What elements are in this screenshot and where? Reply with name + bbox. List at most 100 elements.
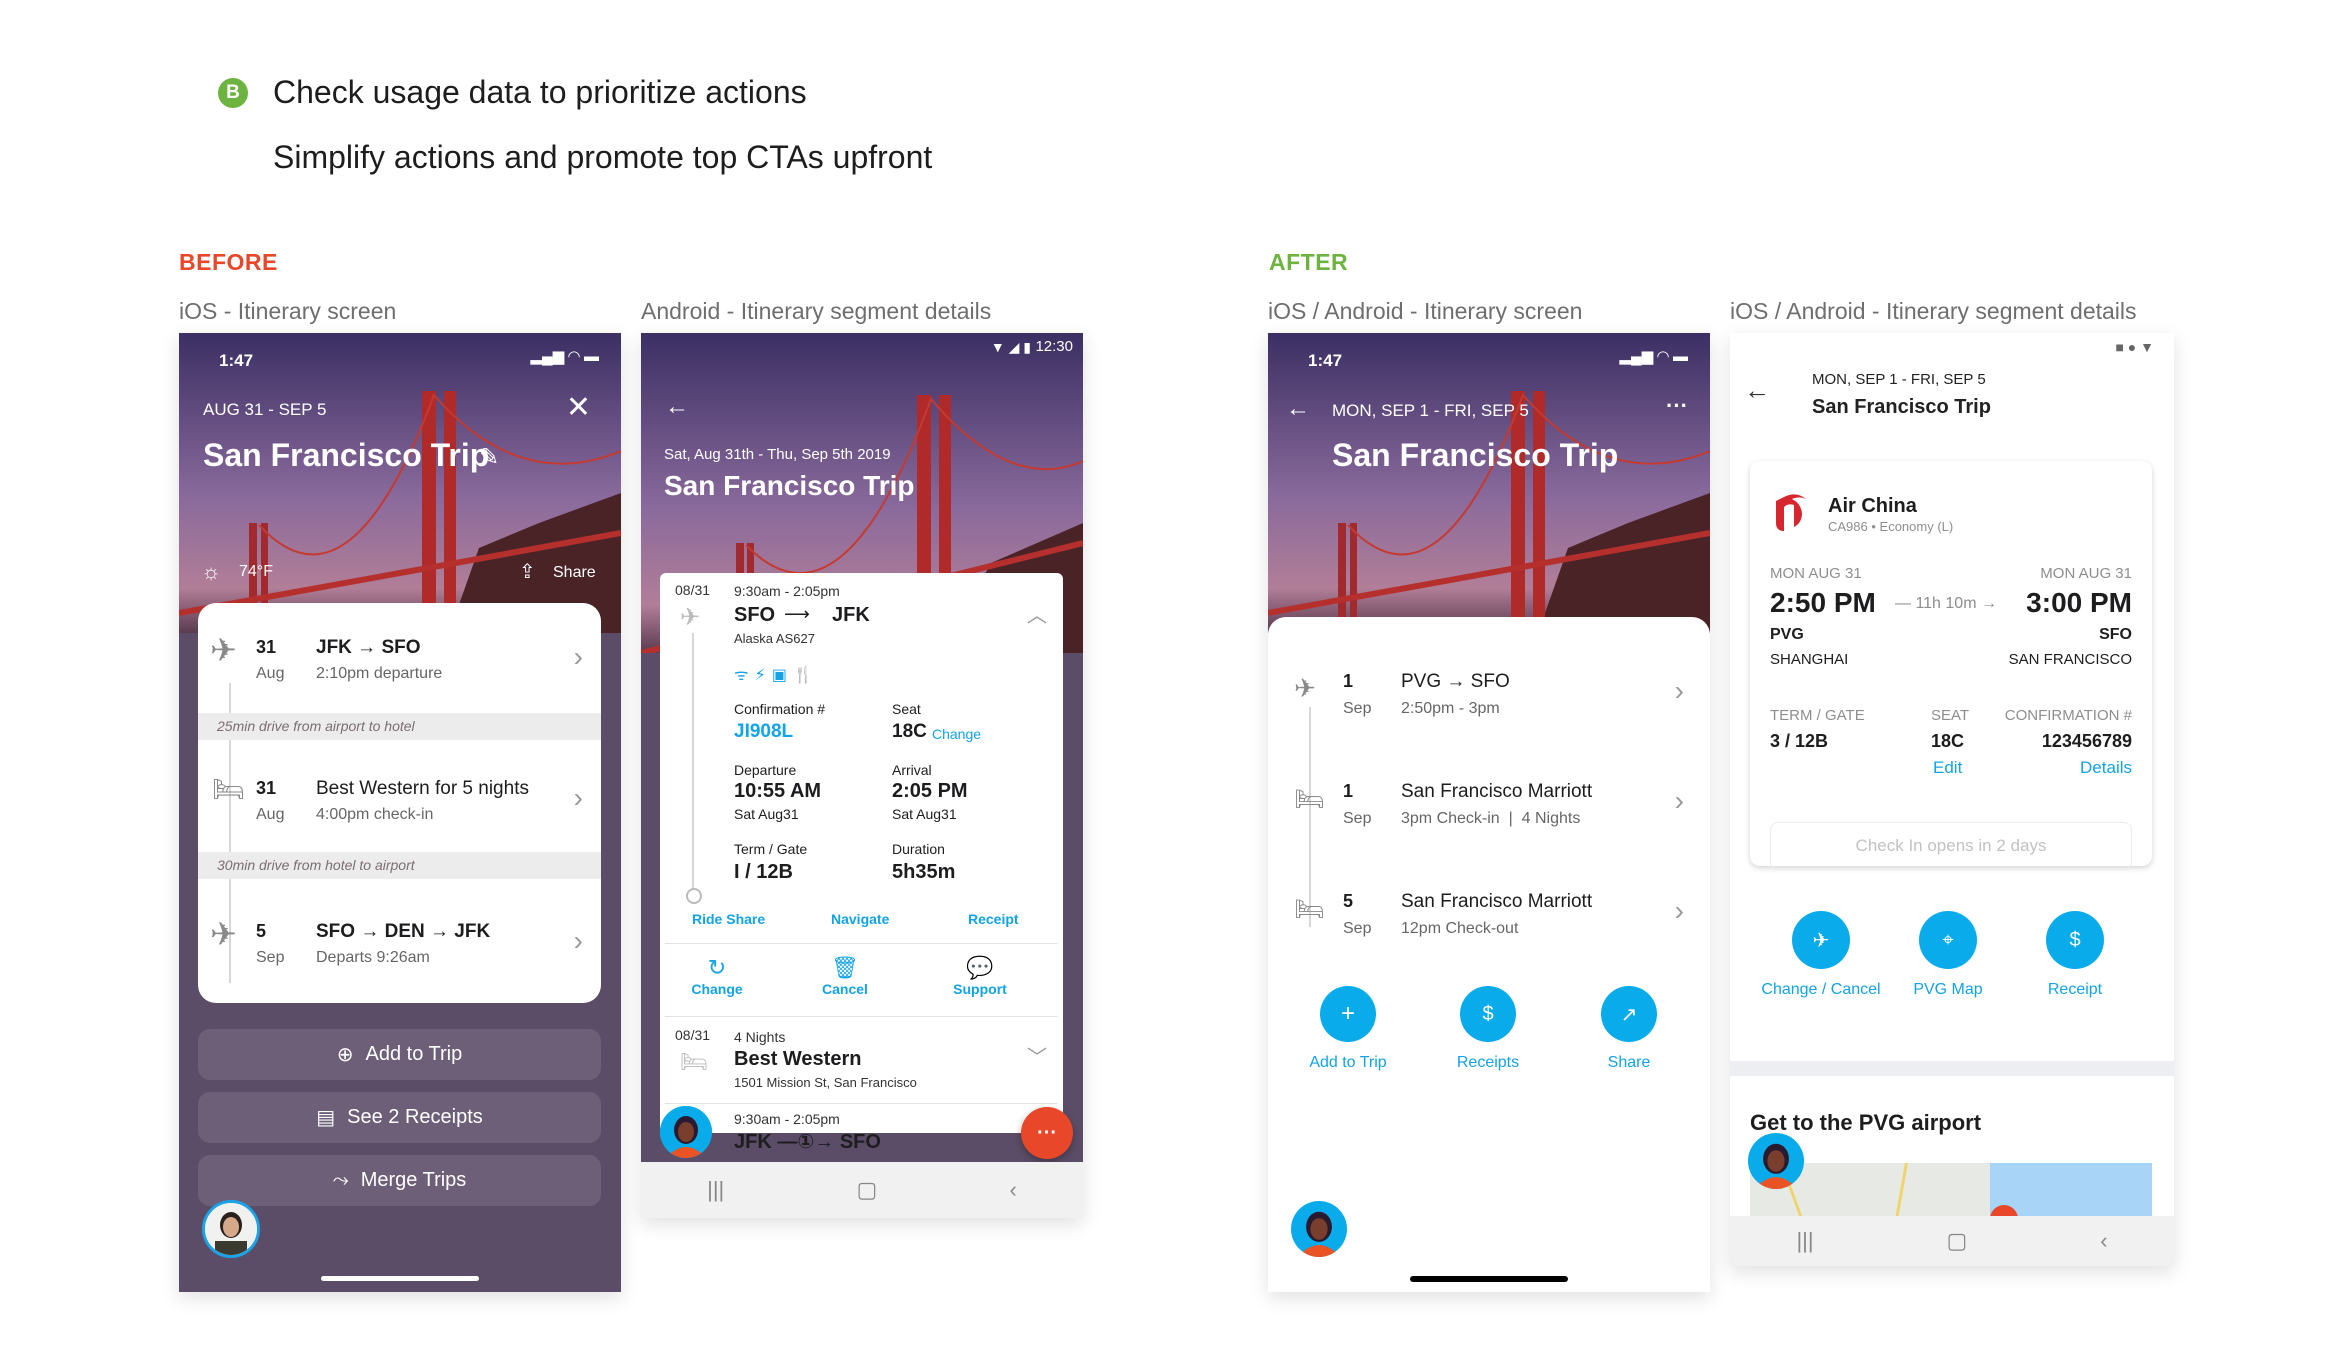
- edit-pencil-icon[interactable]: ✎: [479, 443, 499, 472]
- status-icons: ▂▄▆ ◠ ▬: [530, 348, 599, 365]
- flight-card: Air China CA986 • Economy (L) MON AUG 31…: [1750, 461, 2152, 866]
- trip-title: San Francisco Trip: [1812, 396, 1991, 418]
- back-arrow-icon[interactable]: ←: [665, 393, 689, 421]
- recent-apps-icon[interactable]: |||: [707, 1177, 724, 1203]
- share-label[interactable]: Share: [1569, 1054, 1689, 1072]
- origin-city: SHANGHAI: [1770, 651, 1849, 668]
- segment-month: Aug: [256, 806, 285, 823]
- before-label: BEFORE: [179, 249, 278, 275]
- status-time: 12:30: [1035, 338, 1073, 355]
- segment-month: Aug: [256, 665, 285, 682]
- support-button[interactable]: 💬 Support: [940, 955, 1020, 997]
- air-china-logo: [1776, 494, 1806, 531]
- status-icons: ■ ● ▼: [2115, 339, 2154, 355]
- support-agent-avatar[interactable]: [660, 1106, 712, 1158]
- divider: [665, 943, 1058, 944]
- trip-title: San Francisco Trip: [203, 437, 490, 473]
- flight-segment-card: 08/31 ✈ 9:30am - 2:05pm SFO ⟶ JFK Alaska…: [660, 573, 1063, 1153]
- add-to-trip-button[interactable]: ⊕ Add to Trip: [198, 1029, 601, 1080]
- recent-apps-icon[interactable]: |||: [1796, 1228, 1813, 1254]
- arrival-time: 2:05 PM: [892, 780, 968, 802]
- support-agent-avatar[interactable]: [1291, 1201, 1347, 1257]
- change-cancel-label[interactable]: Change / Cancel: [1761, 981, 1881, 999]
- segment-title: PVG → SFO: [1401, 671, 1510, 692]
- receipts-label[interactable]: Receipts: [1428, 1054, 1548, 1072]
- segment-title: SFO → DEN → JFK: [316, 921, 491, 942]
- segment-month: Sep: [1343, 920, 1372, 937]
- pvg-map-button[interactable]: ⌖: [1919, 911, 1977, 969]
- add-to-trip-label[interactable]: Add to Trip: [1288, 1054, 1408, 1072]
- support-agent-avatar[interactable]: [1748, 1133, 1804, 1189]
- chevron-up-icon[interactable]: ︿: [1027, 599, 1047, 628]
- change-button[interactable]: ↻ Change: [682, 955, 752, 997]
- user-avatar[interactable]: [202, 1200, 260, 1258]
- back-arrow-icon[interactable]: ←: [1744, 375, 1770, 406]
- ride-share-link[interactable]: Ride Share: [692, 911, 765, 927]
- more-actions-fab[interactable]: ···: [1021, 1107, 1073, 1159]
- gate-value: I / 12B: [734, 861, 793, 883]
- origin-code: SFO: [734, 604, 776, 626]
- chevron-right-icon: ›: [1674, 675, 1684, 706]
- cancel-button[interactable]: 🗑 Cancel: [810, 955, 880, 997]
- seat-label: Seat: [892, 701, 921, 717]
- share-icon[interactable]: ⇪: [519, 559, 536, 584]
- back-icon[interactable]: ‹: [2100, 1228, 2107, 1254]
- segment-title: Best Western for 5 nights: [316, 778, 529, 799]
- plus-circle-icon: ⊕: [336, 1044, 354, 1066]
- caption-before-ios: iOS - Itinerary screen: [179, 298, 397, 324]
- change-cancel-button[interactable]: ✈: [1792, 911, 1850, 969]
- segment-row[interactable]: ✈ 31 Aug JFK → SFO 2:10pm departure ›: [198, 603, 601, 723]
- flight-info: CA986 • Economy (L): [1828, 519, 1954, 534]
- gate-value: 3 / 12B: [1770, 731, 1829, 751]
- status-time: 1:47: [1308, 351, 1343, 370]
- chevron-down-icon[interactable]: ﹀: [1027, 1041, 1047, 1070]
- status-time: 1:47: [219, 351, 254, 370]
- add-to-trip-button[interactable]: +: [1320, 986, 1376, 1042]
- before-ios-itinerary-screen: 1:47 ▂▄▆ ◠ ▬ AUG 31 - SEP 5 ✕ San Franci…: [179, 333, 621, 1292]
- segment-date: 08/31: [675, 582, 711, 598]
- check-in-button-disabled[interactable]: Check In opens in 2 days: [1770, 822, 2132, 870]
- duration-value: 5h35m: [892, 861, 956, 883]
- home-icon[interactable]: ▢: [857, 1177, 878, 1203]
- airport-map[interactable]: [1750, 1163, 2152, 1219]
- more-options-icon[interactable]: ···: [1666, 393, 1688, 419]
- confirmation-label: Confirmation #: [734, 701, 826, 717]
- confirmation-details-link[interactable]: Details: [2080, 758, 2132, 778]
- receipt-label[interactable]: Receipt: [2015, 981, 2135, 999]
- pvg-map-label[interactable]: PVG Map: [1888, 981, 2008, 999]
- chat-icon: 💬: [966, 955, 994, 980]
- trash-icon: 🗑: [831, 955, 859, 980]
- home-icon[interactable]: ▢: [1947, 1228, 1968, 1254]
- back-arrow-icon[interactable]: ←: [1286, 395, 1310, 423]
- receipts-button[interactable]: $: [1460, 986, 1516, 1042]
- segment-row[interactable]: ✈ 1 Sep PVG → SFO 2:50pm - 3pm ›: [1268, 647, 1710, 747]
- trip-dates: MON, SEP 1 - FRI, SEP 5: [1332, 401, 1529, 420]
- share-button[interactable]: ↗: [1601, 986, 1657, 1042]
- segment-row[interactable]: ✈ 5 Sep SFO → DEN → JFK Departs 9:26am ›: [198, 879, 601, 1003]
- see-receipts-button[interactable]: ▤ See 2 Receipts: [198, 1092, 601, 1143]
- share-button[interactable]: Share: [553, 564, 596, 582]
- flight-times: 9:30am - 2:05pm: [734, 1111, 840, 1127]
- hotel-segment-row[interactable]: 08/31 🛏 4 Nights Best Western 1501 Missi…: [660, 1017, 1063, 1103]
- gate-label: TERM / GATE: [1770, 707, 1865, 724]
- segment-subtitle: 12pm Check-out: [1401, 920, 1519, 937]
- chevron-right-icon: ›: [573, 782, 583, 813]
- edit-seat-link[interactable]: Edit: [1933, 758, 1962, 778]
- back-icon[interactable]: ‹: [1010, 1177, 1017, 1203]
- segment-row[interactable]: 🛏 1 Sep San Francisco Marriott 3pm Check…: [1268, 757, 1710, 857]
- receipt-link[interactable]: Receipt: [968, 911, 1019, 927]
- segment-row[interactable]: 🛏 31 Aug Best Western for 5 nights 4:00p…: [198, 740, 601, 852]
- trip-title: San Francisco Trip: [664, 470, 915, 501]
- chevron-right-icon: ›: [1674, 895, 1684, 926]
- receipt-button[interactable]: $: [2046, 911, 2104, 969]
- bed-icon: 🛏: [1294, 896, 1325, 923]
- close-icon[interactable]: ✕: [566, 390, 591, 425]
- plane-icon: ✈: [680, 604, 701, 631]
- navigate-link[interactable]: Navigate: [831, 911, 889, 927]
- segment-row[interactable]: 🛏 5 Sep San Francisco Marriott 12pm Chec…: [1268, 867, 1710, 967]
- confirmation-number[interactable]: JI908L: [734, 721, 793, 743]
- map-icon: ⌖: [1942, 928, 1954, 951]
- change-seat-link[interactable]: Change: [932, 726, 981, 742]
- merge-trips-button[interactable]: ⤳ Merge Trips: [198, 1155, 601, 1206]
- share-icon: ↗: [1620, 1003, 1638, 1026]
